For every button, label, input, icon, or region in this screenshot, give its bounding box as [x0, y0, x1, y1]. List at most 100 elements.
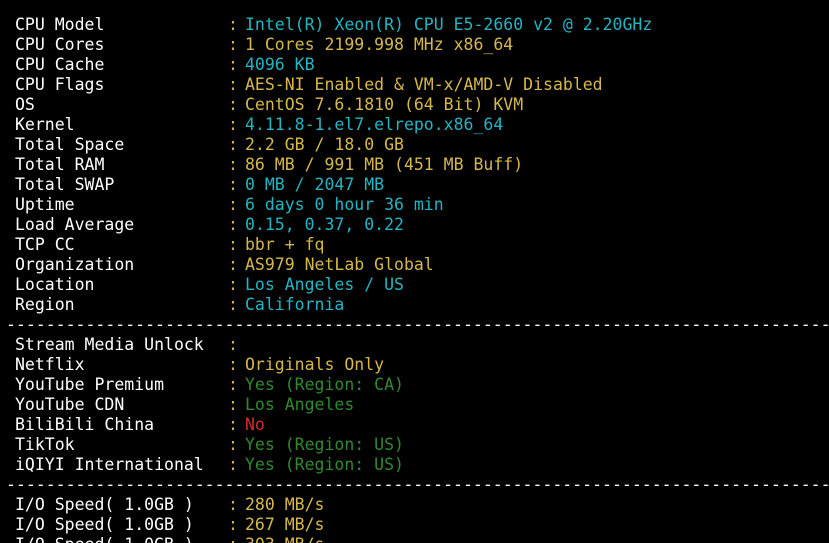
system-info-row-colon: :: [228, 75, 238, 94]
system-info-row-value: AES-NI Enabled & VM-x/AMD-V Disabled: [245, 75, 603, 94]
stream-media-header-colon: :: [228, 335, 238, 354]
system-info-row: CPU Model: Intel(R) Xeon(R) CPU E5-2660 v…: [0, 15, 829, 35]
stream-media-row-colon: :: [228, 455, 238, 474]
system-info-row: Total Space:2.2 GB / 18.0 GB: [0, 135, 829, 155]
system-info-row-value: 4096 KB: [245, 55, 315, 74]
stream-media-row-colon: :: [228, 435, 238, 454]
io-speed-row-value: 280 MB/s: [245, 495, 325, 514]
system-info-row: Organization: AS979 NetLab Global: [0, 255, 829, 275]
system-info-row-label: CPU Flags: [15, 75, 105, 94]
system-info-row-label: TCP CC: [15, 235, 75, 254]
system-info-row: CPU Flags: AES-NI Enabled & VM-x/AMD-V Di…: [0, 75, 829, 95]
system-info-row-value: AS979 NetLab Global: [245, 255, 434, 274]
system-info-row-label: Total SWAP: [15, 175, 115, 194]
system-info-row-colon: :: [228, 215, 238, 234]
io-speed-row-colon: :: [228, 495, 238, 514]
terminal-window[interactable]: CPU Model: Intel(R) Xeon(R) CPU E5-2660 v…: [0, 0, 829, 543]
system-info-row: CPU Cores:1 Cores 2199.998 MHz x86_64: [0, 35, 829, 55]
system-info-row-value: bbr + fq: [245, 235, 325, 254]
stream-media-row-colon: :: [228, 415, 238, 434]
system-info-row: CPU Cache:4096 KB: [0, 55, 829, 75]
system-info-row-colon: :: [228, 175, 238, 194]
stream-media-row: YouTube Premium: Yes (Region: CA): [0, 375, 829, 395]
stream-media-row-value: Yes (Region: US): [245, 455, 404, 474]
system-info-row-label: CPU Cores: [15, 35, 105, 54]
system-info-row-label: Load Average: [15, 215, 135, 234]
system-info-row-colon: :: [228, 35, 238, 54]
stream-media-row-value: Los Angeles: [245, 395, 355, 414]
io-speed-row: I/O Speed( 1.0GB ):280 MB/s: [0, 495, 829, 515]
system-info-row-colon: :: [228, 195, 238, 214]
io-speed-row-colon: :: [228, 535, 238, 543]
system-info-row-colon: :: [228, 135, 238, 154]
stream-media-header-label: Stream Media Unlock: [15, 335, 204, 354]
system-info-row-colon: :: [228, 235, 238, 254]
stream-media-row-value: No: [245, 415, 265, 434]
system-info-row-value: Los Angeles / US: [245, 275, 404, 294]
stream-media-row: YouTube CDN: Los Angeles: [0, 395, 829, 415]
system-info-row-label: Total RAM: [15, 155, 105, 174]
io-speed-row-label: I/O Speed( 1.0GB ): [15, 495, 194, 514]
io-speed-row-label: I/O Speed( 1.0GB ): [15, 535, 194, 543]
stream-media-row-colon: :: [228, 355, 238, 374]
stream-media-row-value: Originals Only: [245, 355, 385, 374]
system-info-row-label: Location: [15, 275, 95, 294]
system-info-row-colon: :: [228, 255, 238, 274]
system-info-row-value: 6 days 0 hour 36 min: [245, 195, 444, 214]
separator-line: ----------------------------------------…: [6, 475, 829, 494]
system-info-row-label: Kernel: [15, 115, 75, 134]
system-info-row-value: 0.15, 0.37, 0.22: [245, 215, 404, 234]
system-info-row: OS: CentOS 7.6.1810 (64 Bit) KVM: [0, 95, 829, 115]
system-info-row-colon: :: [228, 15, 238, 34]
system-info-row-label: Region: [15, 295, 75, 314]
system-info-row-value: 1 Cores 2199.998 MHz x86_64: [245, 35, 514, 54]
system-info-row: Location: Los Angeles / US: [0, 275, 829, 295]
system-info-row-colon: :: [228, 115, 238, 134]
system-info-row: Total RAM:86 MB / 991 MB (451 MB Buff): [0, 155, 829, 175]
system-info-row-value: 4.11.8-1.el7.elrepo.x86_64: [245, 115, 504, 134]
stream-media-row-label: BiliBili China: [15, 415, 155, 434]
system-info-row-value: Intel(R) Xeon(R) CPU E5-2660 v2 @ 2.20GH…: [245, 15, 653, 34]
stream-media-row-label: YouTube CDN: [15, 395, 125, 414]
stream-media-row-colon: :: [228, 395, 238, 414]
system-info-row: Region: California: [0, 295, 829, 315]
io-speed-row-colon: :: [228, 515, 238, 534]
stream-media-row-label: Netflix: [15, 355, 85, 374]
io-speed-row-value: 267 MB/s: [245, 515, 325, 534]
stream-media-row-label: YouTube Premium: [15, 375, 165, 394]
stream-media-row-label: TikTok: [15, 435, 75, 454]
system-info-row: Uptime:6 days 0 hour 36 min: [0, 195, 829, 215]
io-speed-row: I/O Speed( 1.0GB ):303 MB/s: [0, 535, 829, 543]
system-info-row: Kernel:4.11.8-1.el7.elrepo.x86_64: [0, 115, 829, 135]
system-info-row: TCP CC: bbr + fq: [0, 235, 829, 255]
system-info-row-colon: :: [228, 295, 238, 314]
io-speed-row-label: I/O Speed( 1.0GB ): [15, 515, 194, 534]
io-speed-row-value: 303 MB/s: [245, 535, 324, 543]
stream-media-row: BiliBili China: No: [0, 415, 829, 435]
stream-media-row-value: Yes (Region: CA): [245, 375, 404, 394]
system-info-row-label: Organization: [15, 255, 135, 274]
system-info-row-label: OS: [15, 95, 35, 114]
system-info-row-value: 2.2 GB / 18.0 GB: [245, 135, 404, 154]
stream-media-row-colon: :: [228, 375, 238, 394]
system-info-row-colon: :: [228, 275, 238, 294]
stream-media-row-value: Yes (Region: US): [245, 435, 404, 454]
system-info-row-colon: :: [228, 55, 238, 74]
stream-media-row: iQIYI International: Yes (Region: US): [0, 455, 829, 475]
io-speed-section: I/O Speed( 1.0GB ):280 MB/s I/O Speed( 1.…: [0, 495, 829, 543]
system-info-row: Total SWAP:0 MB / 2047 MB: [0, 175, 829, 195]
system-info-row-value: California: [245, 295, 345, 314]
system-info-row-value: 0 MB / 2047 MB: [245, 175, 385, 194]
stream-media-section: Netflix: Originals Only YouTube Premium: Ye…: [0, 355, 829, 475]
system-info-row: Load Average:0.15, 0.37, 0.22: [0, 215, 829, 235]
system-info-row-colon: :: [228, 95, 238, 114]
io-speed-row: I/O Speed( 1.0GB ):267 MB/s: [0, 515, 829, 535]
system-info-row-value: CentOS 7.6.1810 (64 Bit) KVM: [245, 95, 524, 114]
system-info-section: CPU Model: Intel(R) Xeon(R) CPU E5-2660 v…: [0, 15, 829, 315]
stream-media-header-row: Stream Media Unlock :: [0, 335, 829, 355]
system-info-row-value: 86 MB / 991 MB (451 MB Buff): [245, 155, 524, 174]
system-info-row-colon: :: [228, 155, 238, 174]
stream-media-row-label: iQIYI International: [15, 455, 204, 474]
separator-line: ----------------------------------------…: [6, 315, 829, 334]
system-info-row-label: Uptime: [15, 195, 75, 214]
